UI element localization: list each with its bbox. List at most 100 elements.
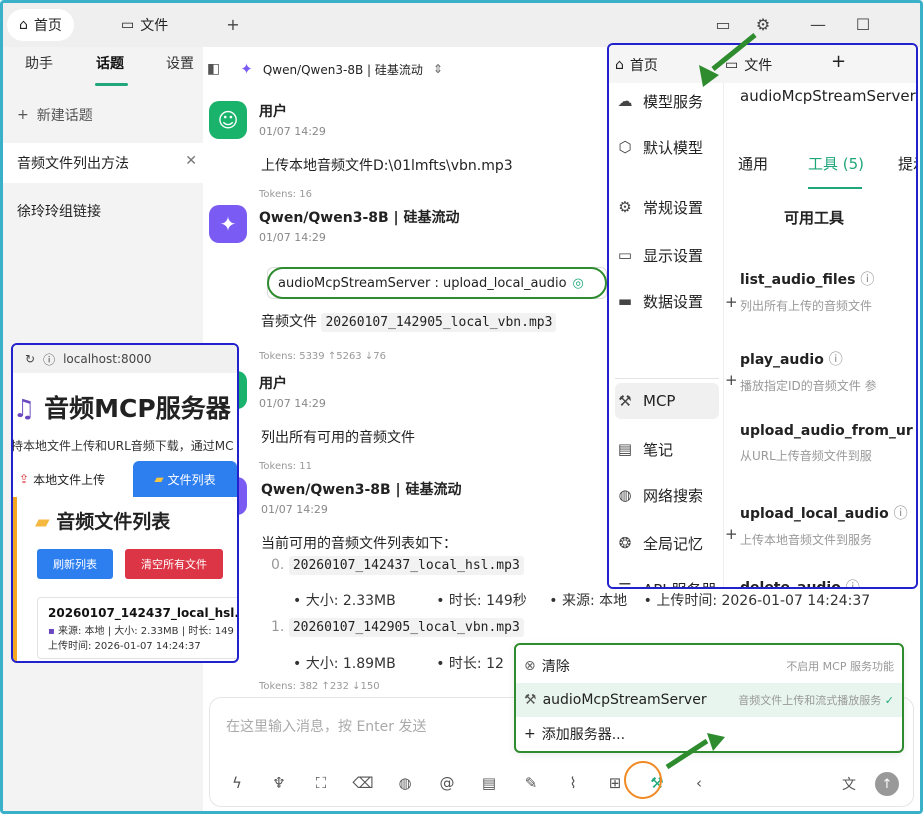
tool-item[interactable]: upload_local_audio ⓘ 上传本地音频文件到服务 [740, 503, 916, 548]
tool-item[interactable]: delete_audio ⓘ [740, 577, 916, 589]
message-author: 用户 [259, 104, 287, 120]
send-button[interactable]: ↑ [875, 772, 899, 796]
upload-icon: ⇪ [19, 472, 30, 486]
minimize-icon[interactable]: — [808, 14, 828, 34]
tab-local-upload[interactable]: ⇪ 本地文件上传 [13, 461, 111, 497]
folder-icon: ▰ [154, 472, 164, 486]
info-icon: ⓘ [43, 352, 56, 367]
menu-display-settings[interactable]: ▭ 显示设置 [615, 237, 719, 273]
chevron-updown-icon[interactable]: ⇕ [433, 62, 443, 76]
attachment-icon[interactable]: ⌇ [562, 772, 584, 794]
tab-home[interactable]: ⌂ 首页 [615, 55, 658, 75]
token-count: Tokens: 11 [259, 461, 312, 472]
music-note-icon: ♫ [13, 394, 36, 423]
code-filename: 20260107_142437_local_hsl.mp3 [288, 556, 524, 575]
model-selector[interactable]: Qwen/Qwen3-8B | 硅基流动 [263, 61, 423, 78]
lightbulb-icon[interactable]: ✎ [520, 772, 542, 794]
tab-settings[interactable]: 设置 [166, 53, 194, 73]
reload-icon[interactable]: ↻ [25, 352, 35, 366]
top-tab-bar: ⌂ 首页 ▭ 文件 + ▭ ⚙ — ☐ [3, 3, 920, 47]
settings-menu: ☁ 模型服务 ⬡ 默认模型 ⚙ 常规设置 ▭ 显示设置 ▬ 数据设置 ⚒ MCP ▤ 笔记 ◍… [609, 83, 723, 589]
message-author: Qwen/Qwen3-8B | 硅基流动 [261, 482, 462, 498]
panel-title: ▰ 音频文件列表 [35, 511, 171, 533]
tab-files[interactable]: ▭ 文件 [109, 9, 180, 41]
subtab-general[interactable]: 通用 [738, 153, 768, 174]
menu-mcp[interactable]: ⚒ MCP [615, 383, 719, 419]
plus-icon[interactable]: + [725, 371, 738, 389]
menu-notes[interactable]: ▤ 笔记 [615, 431, 719, 467]
bot-avatar: ✦ [209, 205, 247, 243]
file-icon[interactable]: ▤ [478, 772, 500, 794]
tab-topics[interactable]: 话题 [96, 53, 124, 73]
hammer-icon: ⚒ [524, 692, 537, 708]
menu-general-settings[interactable]: ⚙ 常规设置 [615, 189, 719, 225]
monitor-icon: ▭ [617, 246, 633, 264]
user-avatar: ☺ [209, 101, 247, 139]
clear-icon: ⊗ [524, 658, 536, 674]
refresh-list-button[interactable]: 刷新列表 [37, 549, 113, 579]
translate-icon[interactable]: 文 [837, 772, 861, 796]
eraser-icon[interactable]: ⌫ [352, 772, 374, 794]
message-time: 01/07 14:29 [259, 397, 326, 410]
plus-icon[interactable]: + [725, 293, 738, 311]
message-author: Qwen/Qwen3-8B | 硅基流动 [259, 210, 460, 226]
topic-item[interactable]: 音频文件列出方法 ✕ [3, 143, 203, 183]
collapse-sidebar-icon[interactable]: ◧ [207, 61, 220, 77]
code-filename: 20260107_142905_local_vbn.mp3 [288, 618, 524, 637]
info-icon: ⓘ [845, 580, 860, 589]
sidebar-tabs: 助手 话题 设置 [3, 47, 203, 91]
quick-phrase-icon[interactable]: ⊞ [604, 772, 626, 794]
browser-screenshot-overlay: ↻ ⓘ localhost:8000 ♫ 音频MCP服务器 持本地文件上传和UR… [11, 343, 239, 663]
menu-global-memory[interactable]: ❂ 全局记忆 [615, 525, 719, 561]
menu-default-model[interactable]: ⬡ 默认模型 [615, 129, 719, 165]
mcp-server-option[interactable]: ⚒ audioMcpStreamServer 音频文件上传和流式播放服务 ✓ [516, 683, 902, 717]
menu-api-server[interactable]: ☰API 服务器 [615, 571, 719, 589]
cloud-icon: ☁ [617, 92, 633, 110]
tool-item[interactable]: play_audio ⓘ 播放指定ID的音频文件 参 [740, 349, 916, 394]
list-item: 1. 20260107_142905_local_vbn.mp3 [271, 618, 524, 637]
browser-tabs: ⇪ 本地文件上传 ▰ 文件列表 [13, 461, 237, 497]
add-tab-icon[interactable]: + [223, 14, 243, 34]
available-tools-heading: 可用工具 [784, 209, 845, 227]
drive-icon: ▬ [617, 292, 633, 310]
add-tab-icon[interactable]: + [831, 51, 846, 72]
at-icon[interactable]: @ [436, 772, 458, 794]
brush-icon[interactable]: ♆ [268, 772, 290, 794]
server-icon: ☰ [618, 580, 632, 589]
tool-item[interactable]: upload_audio_from_ur 从URL上传音频文件到服 [740, 423, 916, 464]
list-item: 0. 20260107_142437_local_hsl.mp3 [271, 556, 524, 575]
tab-home[interactable]: ⌂ 首页 [7, 9, 74, 41]
chevron-left-icon[interactable]: ‹ [688, 772, 710, 794]
plus-icon: + [17, 107, 29, 123]
subtab-prompts[interactable]: 提示 [898, 153, 916, 174]
clear-all-files-button[interactable]: 清空所有文件 [125, 549, 223, 579]
brain-icon: ❂ [618, 534, 632, 552]
check-icon: ✓ [884, 694, 894, 707]
info-icon: ⓘ [893, 506, 908, 522]
menu-data-settings[interactable]: ▬ 数据设置 [615, 283, 719, 319]
expand-icon[interactable]: ⛶ [310, 772, 332, 794]
topic-item[interactable]: 徐玲玲组链接 [3, 191, 203, 231]
maximize-icon[interactable]: ☐ [853, 14, 873, 34]
lightning-icon[interactable]: ϟ [226, 772, 248, 794]
browser-subtitle: 持本地文件上传和URL音频下载，通过MC [11, 439, 234, 453]
sliders-icon: ⚙ [618, 198, 632, 216]
message-input[interactable]: 在这里输入消息，按 Enter 发送 [226, 716, 426, 736]
info-icon: ⓘ [828, 352, 843, 368]
active-tab-indicator [95, 83, 128, 86]
new-topic-button[interactable]: + 新建话题 [17, 105, 93, 125]
plus-icon[interactable]: + [725, 525, 738, 543]
tab-file-list[interactable]: ▰ 文件列表 [133, 461, 237, 497]
menu-web-search[interactable]: ◍ 网络搜索 [615, 477, 719, 513]
highlight-circle [624, 761, 662, 799]
hammer-icon: ⚒ [618, 392, 632, 410]
subtab-tools[interactable]: 工具 (5) [808, 153, 864, 174]
plus-icon: + [524, 726, 536, 742]
close-icon[interactable]: ✕ [185, 153, 197, 169]
tab-assistant[interactable]: 助手 [25, 53, 53, 73]
tool-item[interactable]: list_audio_files ⓘ 列出所有上传的音频文件 [740, 269, 916, 314]
menu-divider [615, 378, 719, 379]
globe-icon[interactable]: ◍ [394, 772, 416, 794]
green-arrow-icon [665, 733, 725, 770]
mcp-clear-option[interactable]: ⊗ 清除 不启用 MCP 服务功能 [516, 649, 902, 683]
